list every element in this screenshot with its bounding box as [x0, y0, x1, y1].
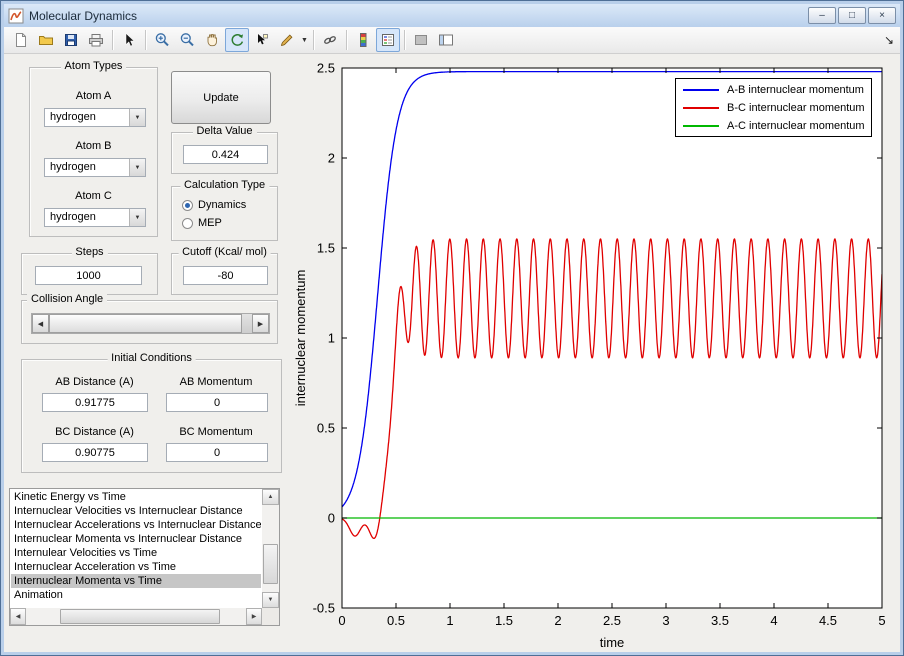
- brush-dropdown-caret[interactable]: ▼: [300, 37, 309, 44]
- legend-icon: [380, 32, 396, 48]
- print-figure-button[interactable]: [84, 28, 108, 52]
- svg-text:-0.5: -0.5: [313, 601, 335, 616]
- svg-text:1.5: 1.5: [317, 241, 335, 256]
- new-figure-icon: [13, 32, 29, 48]
- link-plot-button[interactable]: [318, 28, 342, 52]
- legend-label: B-C internuclear momentum: [727, 102, 865, 114]
- app-icon: [8, 8, 24, 24]
- link-chain-icon: [322, 32, 338, 48]
- insert-colorbar-button[interactable]: [351, 28, 375, 52]
- cursor-arrow-icon: [121, 32, 137, 48]
- svg-text:0: 0: [338, 613, 345, 628]
- open-folder-icon: [38, 32, 54, 48]
- legend-label: A-B internuclear momentum: [727, 84, 864, 96]
- brush-data-button[interactable]: [275, 28, 299, 52]
- svg-text:0.5: 0.5: [387, 613, 405, 628]
- hide-plot-tools-icon: [413, 32, 429, 48]
- svg-text:2.5: 2.5: [317, 61, 335, 76]
- rotate-3d-button[interactable]: [225, 28, 249, 52]
- zoom-in-button[interactable]: [150, 28, 174, 52]
- legend-line: [683, 89, 719, 91]
- svg-text:2: 2: [328, 151, 335, 166]
- show-plot-tools-button[interactable]: [434, 28, 458, 52]
- toolbar-separator: [404, 30, 405, 50]
- save-floppy-icon: [63, 32, 79, 48]
- figure-content: Atom Types Atom A hydrogen ▼ Atom B hydr…: [4, 54, 900, 652]
- window-title: Molecular Dynamics: [29, 9, 137, 23]
- zoom-out-button[interactable]: [175, 28, 199, 52]
- legend-entry: A-B internuclear momentum: [676, 81, 871, 99]
- zoom-out-icon: [179, 32, 195, 48]
- svg-text:2: 2: [554, 613, 561, 628]
- new-figure-button[interactable]: [9, 28, 33, 52]
- svg-text:1: 1: [446, 613, 453, 628]
- colorbar-icon: [355, 32, 371, 48]
- toolbar-separator: [112, 30, 113, 50]
- legend-entry: A-C internuclear momentum: [676, 117, 871, 135]
- plot-legend[interactable]: A-B internuclear momentum B-C internucle…: [675, 78, 872, 137]
- show-plot-tools-icon: [438, 32, 454, 48]
- close-button[interactable]: ×: [868, 7, 896, 24]
- svg-text:0.5: 0.5: [317, 421, 335, 436]
- toolbar-separator: [346, 30, 347, 50]
- rotate-3d-icon: [229, 32, 245, 48]
- maximize-button[interactable]: □: [838, 7, 866, 24]
- y-axis-label: internuclear momentum: [293, 238, 309, 438]
- legend-label: A-C internuclear momentum: [727, 120, 865, 132]
- data-cursor-button[interactable]: [250, 28, 274, 52]
- hide-plot-tools-button[interactable]: [409, 28, 433, 52]
- legend-line: [683, 125, 719, 127]
- svg-text:4.5: 4.5: [819, 613, 837, 628]
- toolbar-separator: [145, 30, 146, 50]
- minimize-button[interactable]: –: [808, 7, 836, 24]
- figure-toolbar: ▼: [4, 27, 900, 54]
- save-figure-button[interactable]: [59, 28, 83, 52]
- svg-text:2.5: 2.5: [603, 613, 621, 628]
- svg-text:5: 5: [878, 613, 885, 628]
- printer-icon: [88, 32, 104, 48]
- svg-text:3.5: 3.5: [711, 613, 729, 628]
- zoom-in-icon: [154, 32, 170, 48]
- svg-text:1: 1: [328, 331, 335, 346]
- open-file-button[interactable]: [34, 28, 58, 52]
- svg-text:0: 0: [328, 511, 335, 526]
- pan-hand-icon: [204, 32, 220, 48]
- plot-area[interactable]: 00.511.522.533.544.55-0.500.511.522.5: [4, 54, 900, 652]
- legend-line: [683, 107, 719, 109]
- data-cursor-icon: [254, 32, 270, 48]
- svg-text:1.5: 1.5: [495, 613, 513, 628]
- svg-text:3: 3: [662, 613, 669, 628]
- toolbar-separator: [313, 30, 314, 50]
- svg-text:4: 4: [770, 613, 777, 628]
- app-window: Molecular Dynamics – □ ×: [0, 0, 904, 656]
- brush-icon: [279, 32, 295, 48]
- pan-button[interactable]: [200, 28, 224, 52]
- insert-legend-button[interactable]: [376, 28, 400, 52]
- legend-entry: B-C internuclear momentum: [676, 99, 871, 117]
- titlebar: Molecular Dynamics – □ ×: [4, 4, 900, 27]
- x-axis-label: time: [342, 635, 882, 650]
- dock-figure-arrow[interactable]: ↘: [884, 33, 894, 47]
- edit-plot-button[interactable]: [117, 28, 141, 52]
